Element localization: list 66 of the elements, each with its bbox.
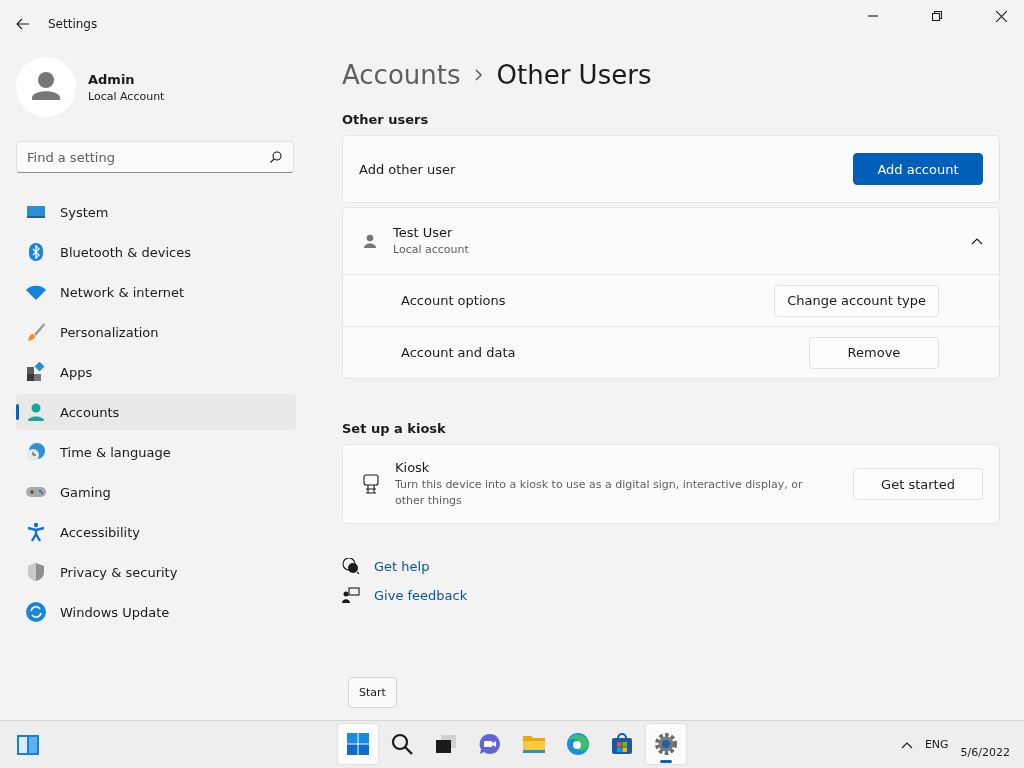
- sidebar-item[interactable]: Gaming: [16, 474, 296, 510]
- person-icon: [26, 402, 46, 422]
- sidebar-item[interactable]: Time & language: [16, 434, 296, 470]
- close-icon[interactable]: [995, 10, 1007, 22]
- taskbar-date[interactable]: 5/6/2022: [960, 746, 1010, 759]
- running-indicator: [660, 760, 672, 763]
- row-label: Add other user: [359, 161, 457, 177]
- option-button[interactable]: Change account type: [774, 284, 939, 317]
- help-link[interactable]: Get help: [374, 558, 430, 574]
- avatar-icon: [16, 57, 76, 117]
- feedback-icon: [342, 587, 360, 603]
- sidebar-item[interactable]: Personalization: [16, 314, 296, 350]
- page-title: Other Users: [496, 60, 652, 90]
- language-indicator[interactable]: ENG: [924, 738, 949, 751]
- chevron-up-icon[interactable]: [900, 740, 913, 749]
- kiosk-icon: [363, 474, 379, 494]
- kiosk-title: Kiosk: [395, 459, 431, 475]
- globe-clock-icon: [26, 442, 46, 462]
- row-label: Account options: [401, 293, 507, 308]
- taskbar-app[interactable]: [646, 724, 686, 764]
- row-label: Account and data: [401, 345, 517, 360]
- brush-icon: [26, 322, 46, 342]
- sidebar-item[interactable]: Windows Update: [16, 594, 296, 630]
- sidebar-item[interactable]: Accessibility: [16, 514, 296, 550]
- bluetooth-icon: [26, 242, 46, 262]
- search-icon: [390, 732, 414, 756]
- widgets-icon[interactable]: [16, 733, 40, 756]
- selection-indicator: [16, 404, 19, 420]
- window-title: Settings: [48, 17, 98, 31]
- sidebar-item[interactable]: Accounts: [16, 394, 296, 430]
- task-view-icon: [434, 732, 458, 756]
- chevron-right-icon: [474, 69, 483, 81]
- sidebar-item[interactable]: System: [16, 194, 296, 230]
- sidebar-item[interactable]: Privacy & security: [16, 554, 296, 590]
- profile-name: Admin: [88, 71, 136, 87]
- apps-icon: [26, 362, 46, 382]
- sidebar-item[interactable]: Bluetooth & devices: [16, 234, 296, 270]
- shopping-bag-icon: [610, 732, 634, 756]
- add-account-button[interactable]: Add account: [853, 153, 983, 185]
- chat-icon: [478, 732, 502, 756]
- shield-icon: [26, 562, 46, 582]
- help-link[interactable]: Give feedback: [374, 587, 468, 603]
- breadcrumb-link[interactable]: Accounts: [342, 60, 461, 90]
- kiosk-description: Turn this device into a kiosk to use as a digital sign, interactive display, or other things: [395, 476, 804, 509]
- search-icon: [270, 151, 282, 163]
- sidebar-item[interactable]: Apps: [16, 354, 296, 390]
- get-started-button[interactable]: Get started: [853, 468, 983, 500]
- help-icon: [342, 558, 360, 574]
- back-arrow-icon[interactable]: [16, 17, 30, 31]
- option-button[interactable]: Remove: [809, 336, 939, 369]
- section-heading: Other users: [342, 112, 430, 127]
- windows-logo-icon: [346, 732, 370, 756]
- chevron-up-icon[interactable]: [971, 237, 983, 245]
- tooltip: Start: [348, 677, 397, 708]
- sidebar-item[interactable]: Network & internet: [16, 274, 296, 310]
- restore-icon[interactable]: [932, 11, 942, 21]
- profile-subtitle: Local Account: [88, 89, 165, 103]
- user-subtitle: Local account: [393, 241, 470, 258]
- accessibility-icon: [26, 522, 46, 542]
- section-heading: Set up a kiosk: [342, 421, 447, 436]
- sync-icon: [26, 602, 46, 622]
- search-field[interactable]: Find a setting: [16, 141, 294, 173]
- person-icon: [363, 234, 377, 248]
- user-name: Test User: [393, 224, 454, 240]
- browser-icon: [566, 732, 590, 756]
- gear-icon: [654, 732, 678, 756]
